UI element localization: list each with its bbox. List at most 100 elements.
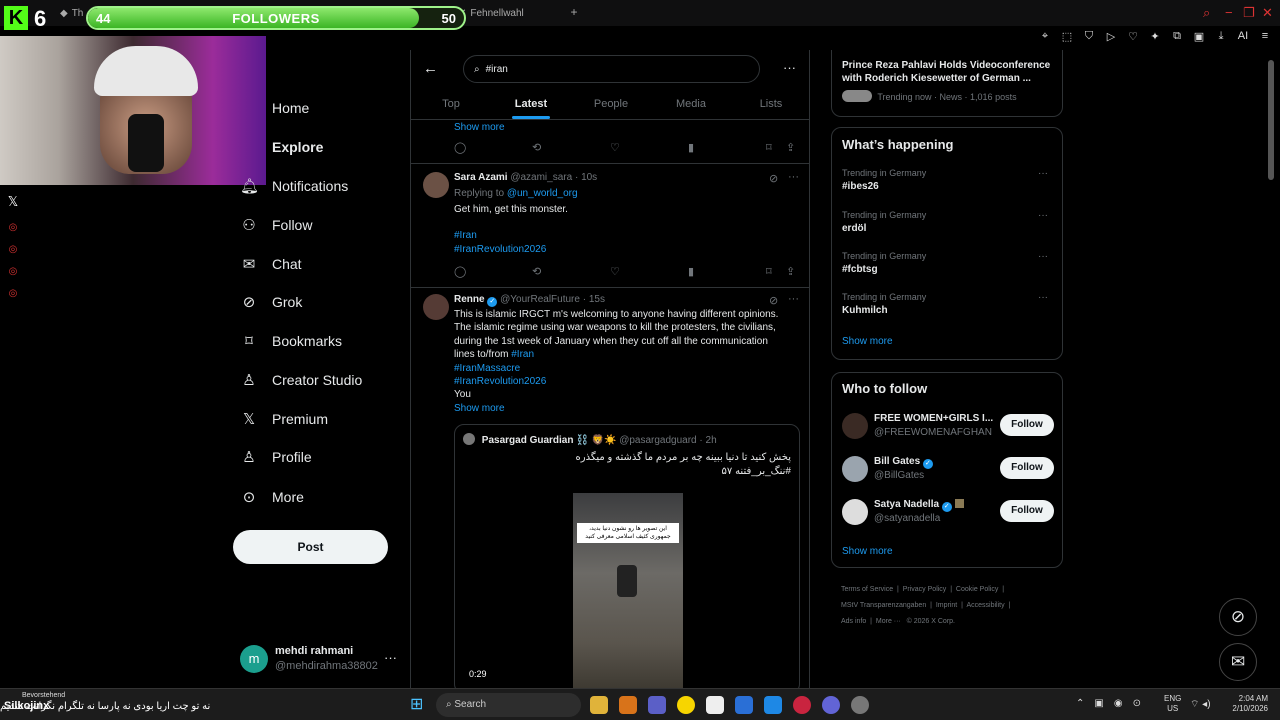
avatar[interactable]	[423, 294, 449, 320]
follow-button[interactable]: Follow	[1000, 457, 1054, 479]
opera-icon[interactable]	[793, 696, 811, 714]
mail-icon[interactable]	[735, 696, 753, 714]
video-player[interactable]: این تصویر ها رو نشون دنیا بدید، جمهوری ک…	[573, 493, 683, 690]
like-icon[interactable]: ♡	[610, 141, 620, 154]
nav-notifications[interactable]: 🔔︎ Notifications	[240, 174, 348, 198]
more-icon[interactable]: ···	[1038, 210, 1048, 221]
search-icon[interactable]: ⌕	[1203, 5, 1210, 21]
back-arrow-icon[interactable]: ←	[423, 60, 438, 77]
quote-time[interactable]: 2h	[706, 435, 717, 446]
store-icon[interactable]	[706, 696, 724, 714]
views-icon[interactable]: ▮	[688, 141, 694, 154]
nav-explore[interactable]: Explore	[240, 135, 323, 159]
more-icon[interactable]: ···	[788, 293, 799, 305]
browser-tab[interactable]: ◆ Th	[60, 4, 83, 22]
nav-profile[interactable]: ♙ Profile	[240, 445, 311, 469]
play-icon[interactable]: ▷	[1104, 30, 1118, 43]
trend-item[interactable]: Trending in Germany #fcbtsg ···	[842, 251, 1052, 275]
retweet-icon[interactable]: ⟲	[532, 265, 541, 278]
retweet-icon[interactable]: ⟲	[532, 141, 541, 154]
avatar[interactable]	[842, 413, 868, 439]
more-icon[interactable]: ···	[788, 171, 799, 183]
trend-item[interactable]: Trending in Germany #ibes26 ···	[842, 168, 1052, 192]
tweet[interactable]: Sara Azami @azami_sara · 10s ⊘ ··· Reply…	[411, 164, 809, 288]
tab-lists[interactable]: Lists	[731, 90, 809, 119]
close-icon[interactable]: ✕	[1262, 5, 1273, 21]
grok-icon[interactable]: ⊘	[769, 172, 778, 185]
share-icon[interactable]: ⇪	[786, 141, 795, 154]
red-dot-icon[interactable]: ◎	[6, 222, 20, 236]
more-icon[interactable]: ···	[783, 60, 796, 75]
follow-suggestion[interactable]: FREE WOMEN+GIRLS I... @FREEWOMENAFGHAN F…	[842, 412, 1056, 440]
hashtag-link[interactable]: #Iran	[511, 349, 534, 360]
menu-icon[interactable]: ≡	[1258, 30, 1272, 43]
red-dot-icon[interactable]: ◎	[6, 266, 20, 280]
more-icon[interactable]: ···	[1038, 168, 1048, 179]
show-more-link[interactable]: Show more	[454, 402, 799, 415]
hashtag-link[interactable]: #IranRevolution2026	[454, 243, 799, 256]
nav-home[interactable]: Home	[240, 96, 309, 120]
scrollbar[interactable]	[1268, 60, 1274, 180]
quote-author-handle[interactable]: @pasargadguard	[619, 435, 696, 446]
app-icon[interactable]	[619, 696, 637, 714]
views-icon[interactable]: ▮	[688, 265, 694, 278]
tab-media[interactable]: Media	[651, 90, 731, 119]
nav-chat[interactable]: ✉ Chat	[240, 252, 302, 276]
messages-float-button[interactable]: ✉	[1219, 643, 1257, 681]
teams-icon[interactable]	[648, 696, 666, 714]
nav-more[interactable]: ⊙ More	[240, 485, 304, 509]
account-switcher[interactable]: m mehdi rahmani @mehdirahma38802 ···	[240, 644, 400, 674]
pin-icon[interactable]: ⌖	[1038, 30, 1052, 43]
suggestion-name[interactable]: FREE WOMEN+GIRLS I...	[874, 413, 993, 424]
footer-link[interactable]: Terms of Service	[841, 586, 893, 593]
tray-app-icon[interactable]: ◉	[1114, 698, 1123, 709]
tweet-time[interactable]: 15s	[589, 294, 605, 305]
minimize-icon[interactable]: −	[1225, 5, 1233, 20]
suggestion-name[interactable]: Satya Nadella ✓	[874, 499, 964, 512]
restore-icon[interactable]: ❐	[1243, 5, 1255, 21]
follow-suggestion[interactable]: Bill Gates ✓ @BillGates Follow	[842, 455, 1056, 483]
heart-icon[interactable]: ♡	[1126, 30, 1140, 43]
footer-link[interactable]: Cookie Policy	[956, 586, 998, 593]
chevron-up-icon[interactable]: ⌃	[1076, 698, 1084, 709]
mic-icon[interactable]: ⊙	[1133, 698, 1141, 709]
post-button[interactable]: Post	[233, 530, 388, 564]
avatar[interactable]	[423, 172, 449, 198]
clock[interactable]: 2:04 AM 2/10/2026	[1226, 694, 1268, 714]
follow-suggestion[interactable]: Satya Nadella ✓ @satyanadella Follow	[842, 498, 1056, 526]
discord-icon[interactable]	[822, 696, 840, 714]
nav-creator-studio[interactable]: ♙ Creator Studio	[240, 368, 362, 392]
bookmark-icon[interactable]: ⌑	[766, 141, 772, 154]
language-indicator[interactable]: ENG US	[1164, 694, 1181, 714]
share-icon[interactable]: ⇪	[786, 265, 795, 278]
tray-app-icon[interactable]: ▣	[1094, 698, 1103, 709]
nav-bookmarks[interactable]: ⌑ Bookmarks	[240, 329, 342, 353]
tab-latest[interactable]: Latest	[491, 90, 571, 119]
grok-float-button[interactable]: ⊘	[1219, 598, 1257, 636]
tweet-time[interactable]: 10s	[581, 172, 597, 183]
author-handle[interactable]: @azami_sara	[510, 172, 572, 183]
author-name[interactable]: Renne	[454, 294, 485, 305]
download-icon[interactable]: ⤓	[1214, 30, 1228, 43]
tab-people[interactable]: People	[571, 90, 651, 119]
more-icon[interactable]: ···	[384, 650, 397, 665]
red-dot-icon[interactable]: ◎	[6, 288, 20, 302]
footer-link[interactable]: Privacy Policy	[903, 586, 947, 593]
footer-link[interactable]: MStV Transparenzangaben	[841, 602, 926, 609]
nav-grok[interactable]: ⊘ Grok	[240, 290, 303, 314]
hashtag-link[interactable]: #IranRevolution2026	[454, 375, 799, 388]
nav-follow[interactable]: ⚇ Follow	[240, 213, 312, 237]
hashtag-link[interactable]: #Iran	[454, 229, 799, 242]
new-tab-icon[interactable]: +	[568, 6, 580, 18]
app-icon[interactable]	[677, 696, 695, 714]
more-icon[interactable]: ···	[1038, 251, 1048, 262]
file-explorer-icon[interactable]	[590, 696, 608, 714]
taskbar-search[interactable]: ⌕ Search	[436, 693, 581, 717]
quote-author-name[interactable]: Pasargad Guardian	[482, 435, 574, 446]
like-icon[interactable]: ♡	[610, 265, 620, 278]
show-more-link[interactable]: Show more	[454, 121, 799, 134]
follow-button[interactable]: Follow	[1000, 500, 1054, 522]
footer-link[interactable]: Ads info	[841, 618, 866, 625]
footer-link[interactable]: Accessibility	[966, 602, 1004, 609]
app-icon[interactable]	[764, 696, 782, 714]
